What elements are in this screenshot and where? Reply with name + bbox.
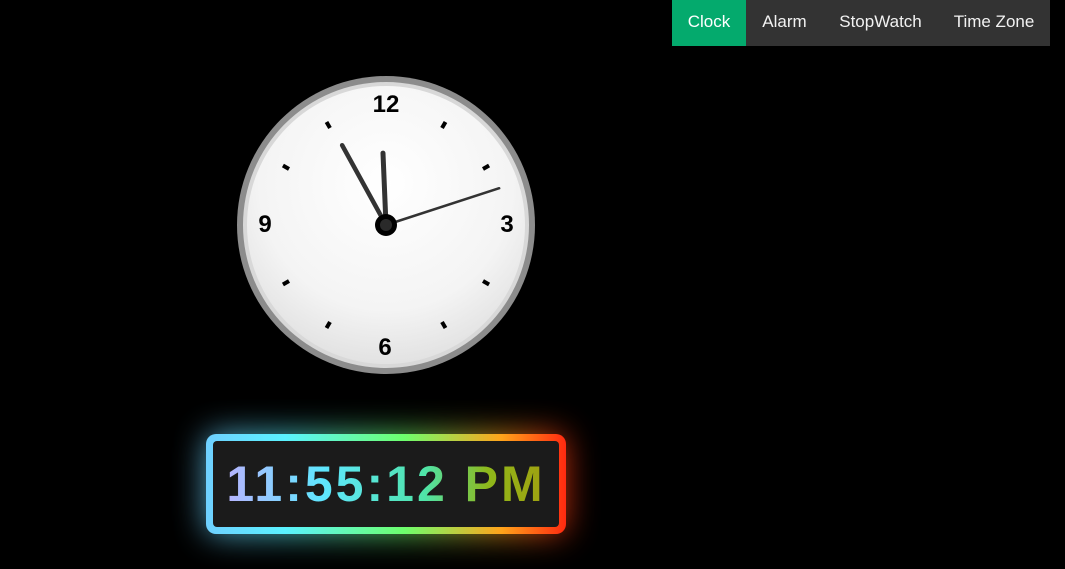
analog-clock-face: 12 3 6 9	[237, 76, 535, 374]
tab-clock[interactable]: Clock	[672, 0, 746, 46]
top-navigation: Clock Alarm StopWatch Time Zone	[672, 0, 1050, 46]
tab-alarm[interactable]: Alarm	[746, 0, 823, 46]
tab-time-zone[interactable]: Time Zone	[938, 0, 1050, 46]
numeral-9: 9	[258, 211, 271, 238]
numeral-12: 12	[373, 91, 400, 118]
center-cap-inner	[380, 219, 392, 231]
analog-clock: 12 3 6 9	[235, 74, 537, 376]
numeral-6: 6	[378, 334, 391, 361]
digital-clock: 11:55:12 PM	[206, 434, 566, 534]
tab-stopwatch[interactable]: StopWatch	[823, 0, 938, 46]
digital-time-text: 11:55:12 PM	[226, 456, 546, 512]
numeral-3: 3	[500, 211, 513, 238]
digital-clock-display: 11:55:12 PM	[213, 441, 559, 527]
